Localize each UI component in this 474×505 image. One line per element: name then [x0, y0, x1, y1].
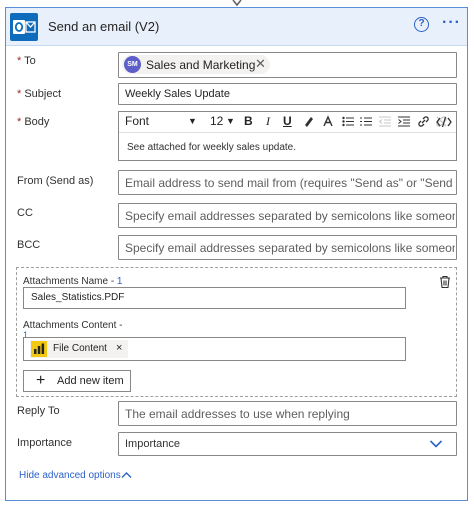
importance-select[interactable]: Importance: [118, 432, 457, 456]
add-new-item-label: Add new item: [57, 375, 124, 387]
reply-to-input[interactable]: The email addresses to use when replying: [118, 401, 457, 426]
link-icon[interactable]: [417, 115, 430, 128]
importance-label: Importance: [17, 437, 73, 449]
body-text: See attached for weekly sales update.: [127, 142, 296, 153]
cc-placeholder: Specify email addresses separated by sem…: [125, 209, 455, 223]
to-label: * To: [17, 55, 36, 67]
power-bi-icon: [31, 341, 47, 357]
question-circle-icon[interactable]: ?: [414, 17, 429, 32]
rich-text-toolbar: Font ▼ 12 ▼ B I U: [119, 112, 456, 133]
card-title: Send an email (V2): [48, 19, 160, 34]
avatar: SM: [124, 56, 141, 73]
plus-icon: +: [36, 372, 46, 389]
hide-advanced-options-link[interactable]: Hide advanced options: [19, 470, 121, 481]
add-new-item-button[interactable]: + Add new item: [23, 370, 131, 392]
remove-token-icon[interactable]: ✕: [255, 56, 266, 72]
reply-to-label: Reply To: [17, 405, 60, 417]
outlook-icon: [10, 13, 38, 41]
from-input[interactable]: Email address to send mail from (require…: [118, 170, 457, 195]
chevron-down-icon: [429, 440, 443, 448]
bcc-label: BCC: [17, 239, 41, 251]
bold-button[interactable]: B: [244, 114, 253, 128]
font-select[interactable]: Font: [125, 114, 149, 128]
to-field[interactable]: SM Sales and Marketing ✕: [118, 52, 457, 78]
attachment-content-input[interactable]: File Content ×: [23, 337, 406, 361]
reply-to-placeholder: The email addresses to use when replying: [125, 407, 350, 421]
underline-button[interactable]: U: [283, 114, 292, 128]
from-placeholder: Email address to send mail from (require…: [125, 176, 455, 190]
chevron-up-icon[interactable]: [121, 471, 132, 479]
attachment-name-value: Sales_Statistics.PDF: [31, 292, 125, 303]
bullet-list-icon[interactable]: [342, 116, 354, 127]
recipient-token[interactable]: SM Sales and Marketing ✕: [122, 55, 270, 74]
code-view-icon[interactable]: [436, 116, 452, 128]
body-editor[interactable]: Font ▼ 12 ▼ B I U See attached for weekl…: [118, 111, 457, 161]
increase-indent-icon[interactable]: [398, 116, 410, 127]
subject-label: * Subject: [17, 88, 62, 100]
attachment-content-label: Attachments Content -: [23, 320, 123, 331]
bcc-placeholder: Specify email addresses separated by sem…: [125, 241, 455, 255]
more-options-button[interactable]: ···: [442, 14, 461, 32]
from-label: From (Send as): [17, 175, 94, 187]
dynamic-content-chip[interactable]: File Content ×: [30, 340, 128, 358]
chip-remove-icon[interactable]: ×: [116, 342, 122, 354]
cc-input[interactable]: Specify email addresses separated by sem…: [118, 203, 457, 228]
font-size-select[interactable]: 12: [210, 114, 223, 128]
chevron-down-icon[interactable]: ▼: [188, 116, 197, 126]
subject-input[interactable]: Weekly Sales Update: [118, 83, 457, 105]
bcc-input[interactable]: Specify email addresses separated by sem…: [118, 235, 457, 260]
recipient-token-label: Sales and Marketing: [146, 58, 256, 72]
italic-button[interactable]: I: [266, 114, 270, 129]
attachment-name-input[interactable]: Sales_Statistics.PDF: [23, 287, 406, 309]
subject-value: Weekly Sales Update: [125, 88, 230, 100]
attachment-name-label: Attachments Name - 1: [23, 276, 123, 287]
body-label: * Body: [17, 116, 50, 128]
decrease-indent-icon: [379, 116, 391, 127]
importance-value: Importance: [125, 438, 181, 450]
font-color-icon[interactable]: [322, 115, 336, 128]
chip-label: File Content: [53, 343, 107, 354]
cc-label: CC: [17, 207, 33, 219]
highlight-pen-icon[interactable]: [302, 115, 315, 128]
numbered-list-icon[interactable]: [360, 116, 372, 127]
delete-item-icon[interactable]: [438, 275, 452, 289]
chevron-down-icon[interactable]: ▼: [226, 116, 235, 126]
